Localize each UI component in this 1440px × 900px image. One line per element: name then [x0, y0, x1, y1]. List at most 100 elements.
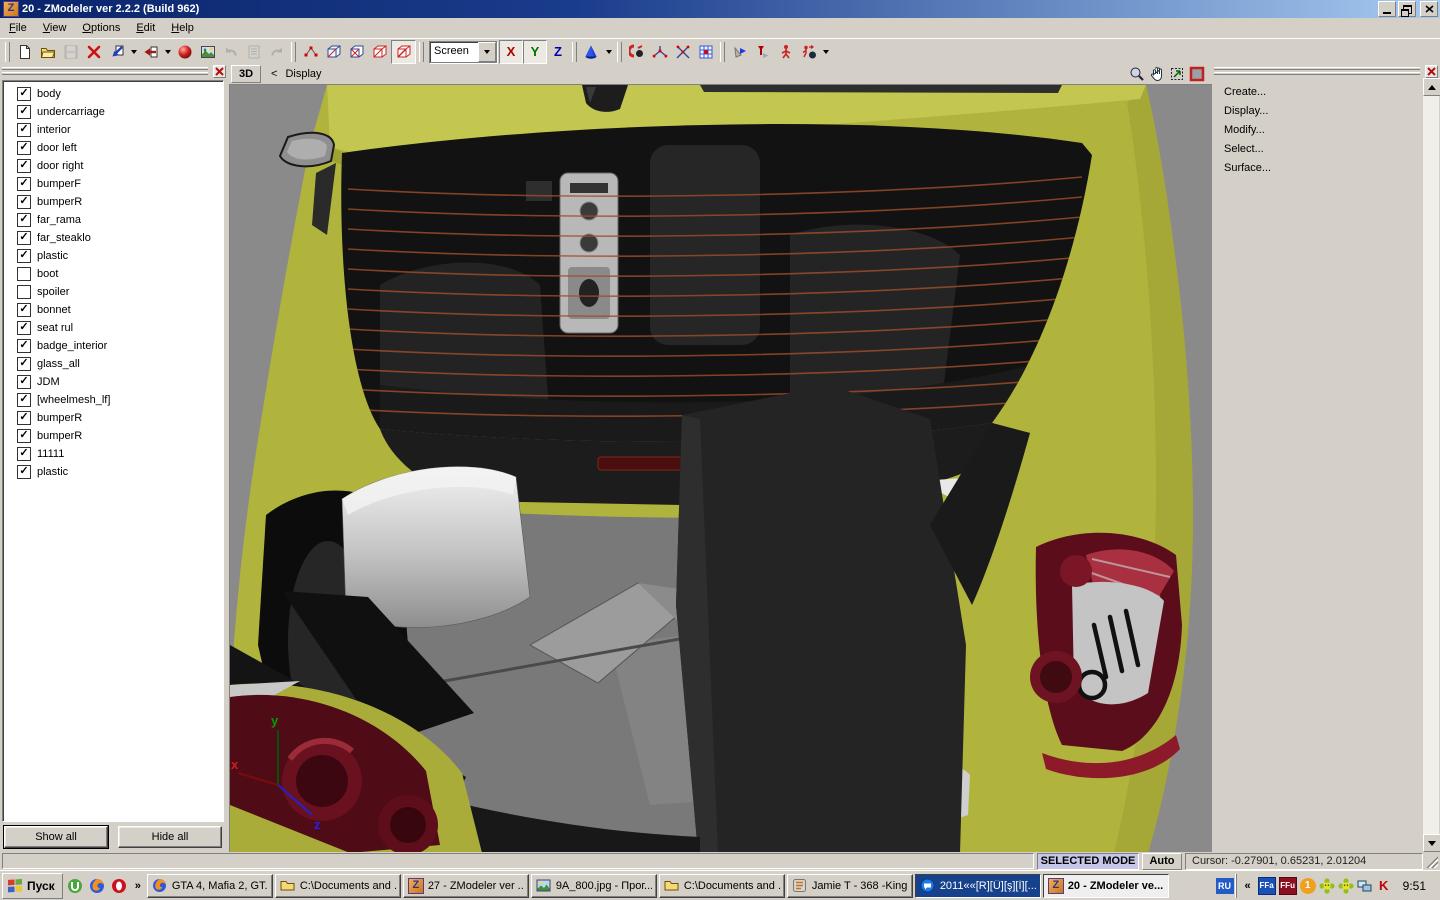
- toolbar-grip[interactable]: [5, 42, 10, 62]
- create-primitive-menu-arrow[interactable]: [603, 41, 614, 63]
- weld-vertices-icon[interactable]: [648, 41, 671, 63]
- layer-checkbox[interactable]: [17, 213, 31, 227]
- hide-all-button[interactable]: Hide all: [118, 826, 222, 848]
- toolbar-grip[interactable]: [419, 42, 424, 62]
- menu-help[interactable]: Help: [163, 19, 202, 37]
- open-file-icon[interactable]: [36, 41, 59, 63]
- toolbar-grip[interactable]: [572, 42, 577, 62]
- start-button[interactable]: Пуск: [2, 873, 63, 899]
- grid-snap-icon[interactable]: [694, 41, 717, 63]
- export-icon[interactable]: [139, 41, 162, 63]
- layer-label[interactable]: [wheelmesh_lf]: [37, 394, 110, 406]
- menu-options[interactable]: Options: [74, 19, 128, 37]
- layer-row[interactable]: JDM: [3, 373, 223, 391]
- layer-label[interactable]: bumperF: [37, 178, 81, 190]
- layer-row[interactable]: door right: [3, 157, 223, 175]
- qip-flower-icon[interactable]: [1338, 878, 1354, 894]
- commands-panel-grip[interactable]: [1214, 65, 1438, 78]
- pan-hand-icon[interactable]: [1148, 65, 1166, 83]
- toolbar-grip[interactable]: [617, 42, 622, 62]
- menu-select[interactable]: Select...: [1218, 141, 1418, 160]
- layer-row[interactable]: seat rul: [3, 319, 223, 337]
- new-file-icon[interactable]: [13, 41, 36, 63]
- layer-checkbox[interactable]: [17, 105, 31, 119]
- language-indicator[interactable]: RU: [1216, 878, 1234, 894]
- objects-mode-icon[interactable]: [391, 40, 416, 64]
- menu-modify[interactable]: Modify...: [1218, 122, 1418, 141]
- import-icon[interactable]: [105, 41, 128, 63]
- ff-red-tray-icon[interactable]: FFu: [1279, 877, 1297, 895]
- import-menu-arrow[interactable]: [128, 41, 139, 63]
- bones-mode-icon[interactable]: [774, 41, 797, 63]
- layer-row[interactable]: body: [3, 85, 223, 103]
- layer-row[interactable]: plastic: [3, 247, 223, 265]
- layer-checkbox[interactable]: [17, 195, 31, 209]
- layer-row[interactable]: bumperR: [3, 409, 223, 427]
- break-vertices-icon[interactable]: [671, 41, 694, 63]
- taskbar-task-zmodeler27[interactable]: Z 27 - ZModeler ver ...: [403, 874, 529, 898]
- layer-label[interactable]: door right: [37, 160, 83, 172]
- layer-label[interactable]: boot: [37, 268, 58, 280]
- detach-tool-icon[interactable]: [751, 41, 774, 63]
- snap-magnet-icon[interactable]: [625, 41, 648, 63]
- menu-create[interactable]: Create...: [1218, 84, 1418, 103]
- layer-checkbox[interactable]: [17, 159, 31, 173]
- delete-icon[interactable]: [82, 41, 105, 63]
- undo-history-icon[interactable]: [242, 41, 265, 63]
- layer-checkbox[interactable]: [17, 321, 31, 335]
- layer-label[interactable]: bumperR: [37, 412, 82, 424]
- restore-button[interactable]: [1398, 1, 1416, 17]
- close-button[interactable]: [1420, 1, 1438, 17]
- layer-label[interactable]: far_rama: [37, 214, 81, 226]
- layer-row[interactable]: badge_interior: [3, 337, 223, 355]
- layer-label[interactable]: spoiler: [37, 286, 69, 298]
- zoom-tool-icon[interactable]: [1128, 65, 1146, 83]
- axis-y-button[interactable]: Y: [523, 40, 547, 64]
- layer-label[interactable]: door left: [37, 142, 77, 154]
- layer-checkbox[interactable]: [17, 123, 31, 137]
- utorrent-icon[interactable]: [65, 876, 85, 896]
- view-3d-button[interactable]: 3D: [231, 65, 261, 83]
- layers-panel-grip[interactable]: [2, 65, 226, 78]
- layer-checkbox[interactable]: [17, 447, 31, 461]
- network-tray-icon[interactable]: [1357, 878, 1373, 894]
- layer-row[interactable]: spoiler: [3, 283, 223, 301]
- opera-icon[interactable]: [109, 876, 129, 896]
- taskbar-task-explorer2[interactable]: C:\Documents and ...: [659, 874, 785, 898]
- taskbar-task-messenger[interactable]: 2011««[R][Û][ş][İ][...: [915, 874, 1041, 898]
- layer-checkbox[interactable]: [17, 375, 31, 389]
- resize-grip[interactable]: [1426, 854, 1438, 868]
- taskbar-task-explorer1[interactable]: C:\Documents and ...: [275, 874, 401, 898]
- layer-checkbox[interactable]: [17, 465, 31, 479]
- layer-label[interactable]: seat rul: [37, 322, 73, 334]
- layer-row[interactable]: boot: [3, 265, 223, 283]
- vertices-mode-icon[interactable]: [299, 41, 322, 63]
- undo-icon[interactable]: [219, 41, 242, 63]
- zoom-extents-icon[interactable]: [1168, 65, 1186, 83]
- layer-row[interactable]: glass_all: [3, 355, 223, 373]
- scroll-up-button[interactable]: [1423, 78, 1440, 96]
- tray-chevron[interactable]: «: [1241, 880, 1255, 892]
- layer-checkbox[interactable]: [17, 339, 31, 353]
- quick-launch-overflow[interactable]: »: [131, 880, 145, 892]
- toolbar-grip[interactable]: [720, 42, 725, 62]
- layer-row[interactable]: bumperR: [3, 193, 223, 211]
- layer-row[interactable]: [wheelmesh_lf]: [3, 391, 223, 409]
- toolbar-grip[interactable]: [291, 42, 296, 62]
- create-primitive-icon[interactable]: [580, 41, 603, 63]
- layer-label[interactable]: bonnet: [37, 304, 71, 316]
- edges-mode-icon[interactable]: [322, 41, 345, 63]
- breadcrumb-label[interactable]: Display: [285, 68, 321, 80]
- layer-checkbox[interactable]: [17, 231, 31, 245]
- layer-checkbox[interactable]: [17, 303, 31, 317]
- breadcrumb-back[interactable]: <: [271, 68, 277, 80]
- layer-checkbox[interactable]: [17, 87, 31, 101]
- menu-edit[interactable]: Edit: [128, 19, 163, 37]
- menu-file[interactable]: File: [1, 19, 35, 37]
- layer-label[interactable]: interior: [37, 124, 71, 136]
- auto-toggle[interactable]: Auto: [1142, 853, 1182, 870]
- material-editor-icon[interactable]: [173, 41, 196, 63]
- notification-badge-icon[interactable]: 1: [1300, 878, 1316, 894]
- layer-checkbox[interactable]: [17, 249, 31, 263]
- export-menu-arrow[interactable]: [162, 41, 173, 63]
